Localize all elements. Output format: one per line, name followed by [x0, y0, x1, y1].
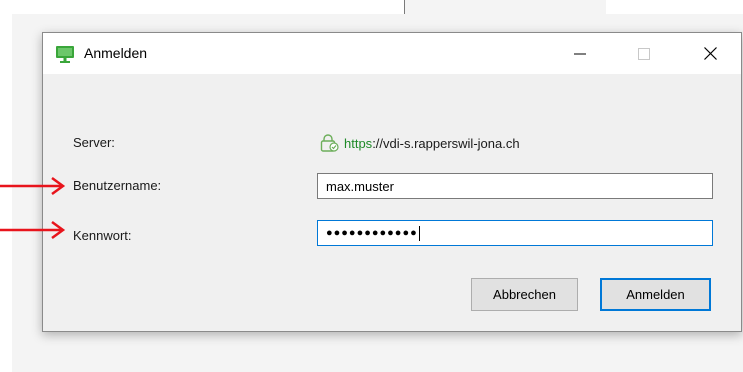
- maximize-button: [621, 33, 667, 74]
- background-tab: [404, 0, 606, 14]
- server-url: https://vdi-s.rapperswil-jona.ch: [319, 134, 520, 152]
- title-bar[interactable]: Anmelden: [43, 33, 741, 74]
- close-icon: [703, 47, 717, 60]
- login-button[interactable]: Anmelden: [600, 278, 711, 311]
- page: Anmelden Server: https://vdi-s.rappersw…: [0, 0, 743, 372]
- background-gap: [605, 0, 743, 14]
- arrow-right-icon: [0, 176, 66, 196]
- text-caret: [418, 225, 420, 241]
- cancel-button[interactable]: Abbrechen: [471, 278, 578, 311]
- minimize-icon: [574, 53, 586, 54]
- login-dialog: Anmelden Server: https://vdi-s.rappersw…: [42, 32, 742, 332]
- server-protocol: https: [344, 135, 373, 151]
- arrow-right-icon: [0, 220, 66, 240]
- close-button[interactable]: [687, 33, 733, 74]
- username-field[interactable]: max.muster: [317, 173, 713, 199]
- password-field[interactable]: ●●●●●●●●●●●●: [317, 220, 713, 246]
- minimize-button[interactable]: [557, 33, 603, 74]
- server-label: Server:: [73, 135, 115, 150]
- username-label: Benutzername:: [73, 178, 162, 193]
- server-address: ://vdi-s.rapperswil-jona.ch: [372, 135, 520, 151]
- lock-icon: [320, 134, 339, 152]
- password-label: Kennwort:: [73, 228, 132, 243]
- monitor-icon: [56, 46, 74, 63]
- password-mask: ●●●●●●●●●●●●: [326, 227, 418, 239]
- dialog-title: Anmelden: [84, 45, 148, 61]
- username-value: max.muster: [326, 178, 394, 194]
- maximize-icon: [638, 47, 650, 60]
- background-gap: [12, 0, 404, 14]
